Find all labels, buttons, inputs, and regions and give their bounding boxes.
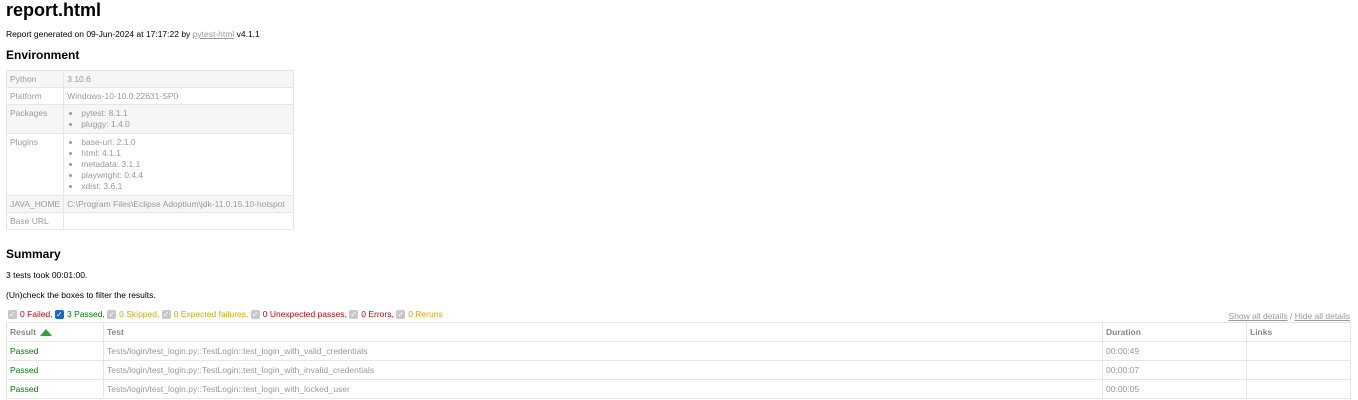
filter-expected-failures[interactable]: ✓ 0 Expected failures, bbox=[161, 309, 251, 319]
table-row[interactable]: Passed Tests/login/test_login.py::TestLo… bbox=[6, 379, 1351, 399]
filter-reruns[interactable]: ✓ 0 Reruns bbox=[396, 309, 443, 319]
duration-cell: 00:00:49 bbox=[1102, 341, 1247, 361]
table-row[interactable]: Passed Tests/login/test_login.py::TestLo… bbox=[6, 341, 1351, 361]
checkbox-icon[interactable]: ✓ bbox=[250, 309, 260, 319]
filter-errors[interactable]: ✓ 0 Errors, bbox=[349, 309, 396, 319]
env-value: Windows-10-10.0.22631-SP0 bbox=[63, 87, 294, 105]
env-key: Plugins bbox=[5, 133, 65, 196]
filter-skipped[interactable]: ✓ 0 Skipped, bbox=[107, 309, 162, 319]
result-cell[interactable]: Passed bbox=[6, 360, 104, 380]
env-value: 3.10.6 bbox=[63, 70, 294, 88]
results-table: Result Test Duration Links Passed Tests/… bbox=[6, 322, 1351, 399]
links-cell bbox=[1246, 360, 1351, 380]
column-header-result[interactable]: Result bbox=[6, 322, 104, 342]
filter-instructions: (Un)check the boxes to filter the result… bbox=[6, 290, 156, 300]
env-key: Base URL bbox=[5, 212, 65, 230]
report-generated-line: Report generated on 09-Jun-2024 at 17:17… bbox=[6, 29, 260, 39]
env-value bbox=[63, 212, 294, 230]
filter-label: 0 Errors, bbox=[361, 309, 394, 319]
plugins-list: base-url: 2.1.0 html: 4.1.1 metadata: 3.… bbox=[67, 137, 290, 192]
environment-table: Python 3.10.6 Platform Windows-10-10.0.2… bbox=[5, 70, 294, 230]
summary-duration: 3 tests took 00:01:00. bbox=[6, 270, 88, 280]
column-header-duration[interactable]: Duration bbox=[1102, 322, 1247, 342]
env-value: C:\Program Files\Eclipse Adoptium\jdk-11… bbox=[63, 195, 294, 213]
env-row-platform: Platform Windows-10-10.0.22631-SP0 bbox=[5, 87, 294, 105]
filter-label: 0 Skipped, bbox=[119, 309, 160, 319]
list-item: pluggy: 1.4.0 bbox=[81, 119, 290, 130]
environment-heading: Environment bbox=[6, 48, 80, 62]
links-cell bbox=[1246, 379, 1351, 399]
env-value: base-url: 2.1.0 html: 4.1.1 metadata: 3.… bbox=[63, 133, 294, 196]
checkbox-icon[interactable]: ✓ bbox=[107, 309, 117, 319]
filter-label: 0 Failed, bbox=[20, 309, 53, 319]
table-row[interactable]: Passed Tests/login/test_login.py::TestLo… bbox=[6, 360, 1351, 380]
filter-passed[interactable]: ✓ 3 Passed, bbox=[54, 309, 107, 319]
filter-label: 0 Unexpected passes, bbox=[262, 309, 347, 319]
list-item: pytest: 8.1.1 bbox=[81, 108, 290, 119]
generated-suffix: v4.1.1 bbox=[234, 29, 260, 39]
env-row-packages: Packages pytest: 8.1.1 pluggy: 1.4.0 bbox=[5, 104, 294, 134]
result-cell[interactable]: Passed bbox=[6, 341, 104, 361]
checkbox-icon[interactable]: ✓ bbox=[396, 309, 406, 319]
duration-cell: 00:00:07 bbox=[1102, 360, 1247, 380]
test-cell: Tests/login/test_login.py::TestLogin::te… bbox=[103, 379, 1103, 399]
result-cell[interactable]: Passed bbox=[6, 379, 104, 399]
generated-prefix: Report generated on 09-Jun-2024 at 17:17… bbox=[6, 29, 193, 39]
details-toggle: Show all details / Hide all details bbox=[1229, 311, 1350, 321]
page-title: report.html bbox=[6, 0, 102, 20]
env-value: pytest: 8.1.1 pluggy: 1.4.0 bbox=[63, 104, 294, 134]
env-key: Packages bbox=[5, 104, 65, 134]
env-row-base-url: Base URL bbox=[5, 212, 294, 230]
header-label: Result bbox=[10, 327, 36, 337]
list-item: base-url: 2.1.0 bbox=[81, 137, 290, 148]
results-header-row: Result Test Duration Links bbox=[6, 322, 1351, 342]
duration-cell: 00:00:05 bbox=[1102, 379, 1247, 399]
hide-all-details-link[interactable]: Hide all details bbox=[1295, 311, 1350, 321]
list-item: metadata: 3.1.1 bbox=[81, 159, 290, 170]
packages-list: pytest: 8.1.1 pluggy: 1.4.0 bbox=[67, 108, 290, 130]
column-header-links: Links bbox=[1246, 322, 1351, 342]
checkbox-icon[interactable]: ✓ bbox=[54, 309, 64, 319]
test-cell: Tests/login/test_login.py::TestLogin::te… bbox=[103, 360, 1103, 380]
env-key: Python bbox=[5, 70, 65, 88]
filter-failed[interactable]: ✓ 0 Failed, bbox=[8, 309, 55, 319]
env-row-java-home: JAVA_HOME C:\Program Files\Eclipse Adopt… bbox=[5, 195, 294, 213]
filter-label: 0 Reruns bbox=[408, 309, 443, 319]
filter-label: 3 Passed, bbox=[66, 309, 105, 319]
env-key: Platform bbox=[5, 87, 65, 105]
env-row-plugins: Plugins base-url: 2.1.0 html: 4.1.1 meta… bbox=[5, 133, 294, 196]
checkbox-icon[interactable]: ✓ bbox=[161, 309, 171, 319]
env-key: JAVA_HOME bbox=[5, 195, 65, 213]
checkbox-icon[interactable]: ✓ bbox=[8, 309, 17, 319]
env-row-python: Python 3.10.6 bbox=[5, 70, 294, 88]
list-item: html: 4.1.1 bbox=[81, 148, 290, 159]
pytest-html-link[interactable]: pytest-html bbox=[193, 29, 235, 39]
summary-heading: Summary bbox=[6, 247, 61, 261]
checkbox-icon[interactable]: ✓ bbox=[349, 309, 359, 319]
test-cell: Tests/login/test_login.py::TestLogin::te… bbox=[103, 341, 1103, 361]
list-item: xdist: 3.6.1 bbox=[81, 181, 290, 192]
links-cell bbox=[1246, 341, 1351, 361]
show-all-details-link[interactable]: Show all details bbox=[1229, 311, 1288, 321]
filter-unexpected-passes[interactable]: ✓ 0 Unexpected passes, bbox=[250, 309, 349, 319]
result-filters: ✓ 0 Failed, ✓ 3 Passed, ✓ 0 Skipped, ✓ 0 Exp… bbox=[8, 309, 443, 319]
sort-ascending-icon bbox=[39, 329, 52, 337]
column-header-test[interactable]: Test bbox=[103, 322, 1103, 342]
list-item: playwright: 0.4.4 bbox=[81, 170, 290, 181]
details-separator: / bbox=[1289, 311, 1293, 321]
filter-label: 0 Expected failures, bbox=[173, 309, 249, 319]
